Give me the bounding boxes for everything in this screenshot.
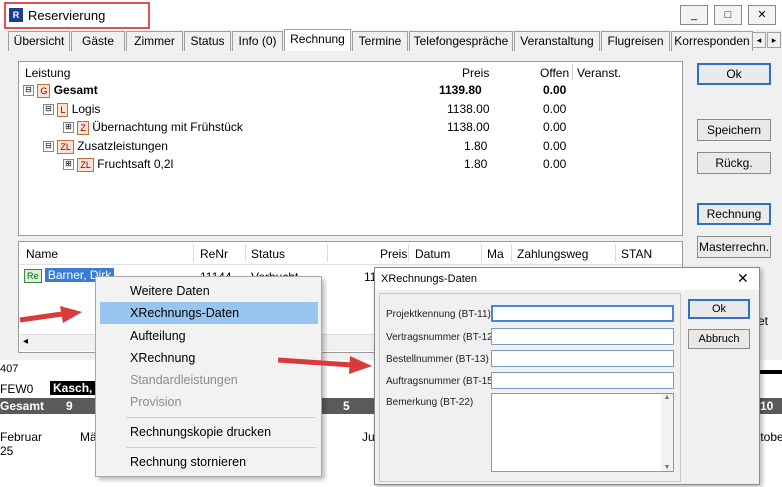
red-arrow-dialog-head	[349, 356, 372, 374]
annotation-arrows	[19, 306, 372, 374]
red-arrow-context-head	[60, 306, 82, 323]
red-arrow-context-icon	[19, 311, 63, 323]
red-arrow-dialog-icon	[277, 357, 353, 368]
